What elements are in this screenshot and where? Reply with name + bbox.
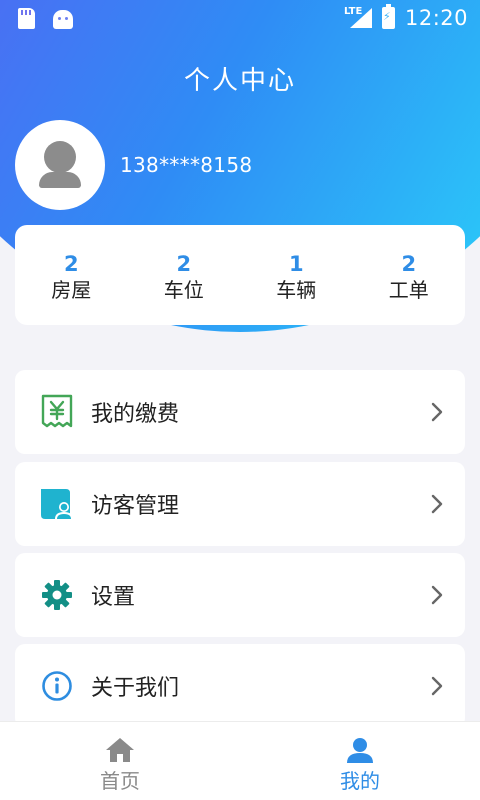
status-bar: LTE 12:20 (0, 0, 480, 38)
menu-item-label: 关于我们 (91, 676, 180, 701)
sd-card-icon (18, 8, 35, 29)
menu-item-label: 我的缴费 (91, 402, 180, 427)
gear-icon (40, 578, 74, 612)
tab-mine[interactable]: 我的 (240, 722, 480, 800)
tab-label-home: 首页 (100, 769, 140, 793)
stat-value: 2 (63, 252, 79, 276)
chevron-right-icon (403, 585, 443, 605)
stat-label: 车位 (163, 278, 204, 302)
tab-label-mine: 我的 (340, 769, 380, 793)
user-phone: 138****8158 (120, 153, 253, 177)
stat-vehicles[interactable]: 1 车辆 (240, 225, 353, 325)
stat-value: 2 (401, 252, 417, 276)
stat-value: 1 (288, 252, 304, 276)
info-icon (40, 669, 74, 703)
status-time: 12:20 (404, 6, 468, 30)
stat-value: 2 (176, 252, 192, 276)
stat-label: 房屋 (51, 278, 92, 302)
avatar[interactable] (15, 120, 105, 210)
android-icon (53, 10, 73, 29)
stat-work-orders[interactable]: 2 工单 (353, 225, 466, 325)
menu-item-payments[interactable]: 我的缴费 (15, 370, 465, 454)
menu-item-settings[interactable]: 设置 (15, 553, 465, 637)
menu-item-visitor-management[interactable]: 访客管理 (15, 462, 465, 546)
page-title: 个人中心 (183, 66, 296, 96)
menu-item-label: 设置 (91, 585, 136, 610)
avatar-person-icon (44, 141, 76, 173)
bottom-tab-bar: 首页 我的 (0, 721, 480, 800)
chevron-right-icon (403, 676, 443, 696)
visitor-icon (40, 487, 74, 521)
stat-label: 工单 (388, 278, 429, 302)
receipt-yen-icon (40, 394, 74, 429)
menu-item-label: 访客管理 (91, 494, 180, 519)
stat-houses[interactable]: 2 房屋 (15, 225, 128, 325)
stats-card: 2 房屋 2 车位 1 车辆 2 工单 (15, 225, 465, 325)
chevron-right-icon (403, 402, 443, 422)
stat-label: 车辆 (276, 278, 317, 302)
home-icon (106, 738, 134, 762)
battery-charging-icon (381, 4, 395, 29)
tab-home[interactable]: 首页 (0, 722, 240, 800)
person-icon (347, 738, 373, 763)
chevron-right-icon (403, 494, 443, 514)
stat-parking[interactable]: 2 车位 (128, 225, 241, 325)
signal-icon: LTE (344, 6, 372, 30)
menu-item-about-us[interactable]: 关于我们 (15, 644, 465, 728)
